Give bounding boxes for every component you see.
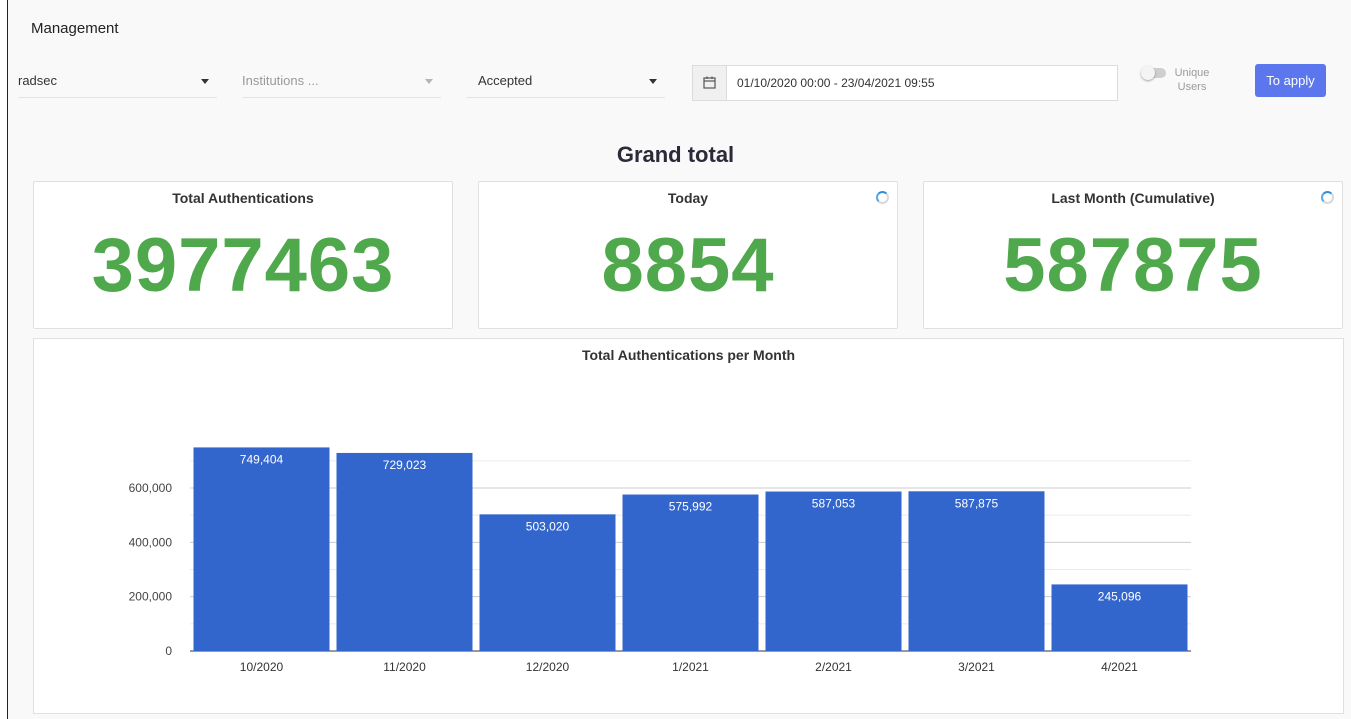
card-value: 8854	[601, 223, 775, 308]
x-tick-label: 2/2021	[815, 660, 852, 674]
unique-users-toggle[interactable]	[1141, 66, 1166, 80]
date-range-calendar-button[interactable]	[693, 66, 727, 100]
institutions-select[interactable]: Institutions ...	[242, 62, 441, 98]
calendar-icon	[703, 76, 716, 89]
bar-value-label: 245,096	[1098, 589, 1142, 603]
bar	[193, 447, 330, 651]
chevron-down-icon	[201, 79, 209, 84]
bar-chart: 0 200,000 400,000 600,000 749,404 10/2020 729,…	[129, 447, 1191, 674]
card-value: 587875	[1003, 223, 1263, 308]
realm-select[interactable]: radsec	[18, 62, 217, 98]
bar	[908, 491, 1045, 651]
card-value: 3977463	[91, 223, 395, 308]
card-label: Last Month (Cumulative)	[1051, 190, 1215, 206]
status-select-value: Accepted	[478, 73, 533, 88]
bar	[336, 452, 473, 651]
monthly-chart-card: Total Authentications per Month 0 200,000…	[33, 338, 1344, 714]
bar-value-label: 587,875	[955, 496, 999, 510]
x-tick-label: 11/2020	[383, 660, 426, 674]
chevron-down-icon	[649, 79, 657, 84]
y-tick-label: 400,000	[129, 535, 173, 549]
page-title: Management	[31, 20, 119, 37]
bar-value-label: 587,053	[812, 497, 856, 511]
bar	[765, 491, 902, 651]
bar-value-label: 503,020	[526, 519, 570, 533]
y-tick-label: 0	[165, 644, 172, 658]
x-tick-label: 10/2020	[240, 660, 284, 674]
y-tick-label: 200,000	[129, 590, 173, 604]
unique-users-label: Unique Users	[1174, 67, 1210, 93]
date-range-value: 01/10/2020 00:00 - 23/04/2021 09:55	[737, 76, 935, 90]
x-tick-label: 12/2020	[526, 660, 570, 674]
realm-select-value: radsec	[18, 73, 58, 88]
bar	[479, 514, 616, 651]
today-card: Today 8854	[478, 181, 898, 329]
loading-spinner-icon	[1321, 191, 1334, 204]
apply-button[interactable]: To apply	[1255, 64, 1326, 97]
last-month-card: Last Month (Cumulative) 587875	[923, 181, 1343, 329]
bar-value-label: 749,404	[240, 452, 284, 466]
bar	[622, 494, 759, 651]
status-select[interactable]: Accepted	[466, 62, 665, 98]
x-tick-label: 4/2021	[1101, 660, 1138, 674]
toggle-knob	[1141, 66, 1155, 80]
x-tick-label: 3/2021	[958, 660, 995, 674]
date-range-input[interactable]: 01/10/2020 00:00 - 23/04/2021 09:55	[692, 65, 1118, 101]
loading-spinner-icon	[876, 191, 889, 204]
institutions-select-placeholder: Institutions ...	[242, 73, 319, 88]
total-authentications-card: Total Authentications 3977463	[33, 181, 453, 329]
x-tick-label: 1/2021	[672, 660, 709, 674]
bar-value-label: 575,992	[669, 500, 713, 514]
bar-value-label: 729,023	[383, 458, 427, 472]
y-tick-label: 600,000	[129, 481, 173, 495]
card-label: Today	[667, 190, 709, 206]
grand-total-heading: Grand total	[616, 142, 735, 167]
chevron-down-icon	[425, 79, 433, 84]
card-label: Total Authentications	[172, 190, 314, 206]
